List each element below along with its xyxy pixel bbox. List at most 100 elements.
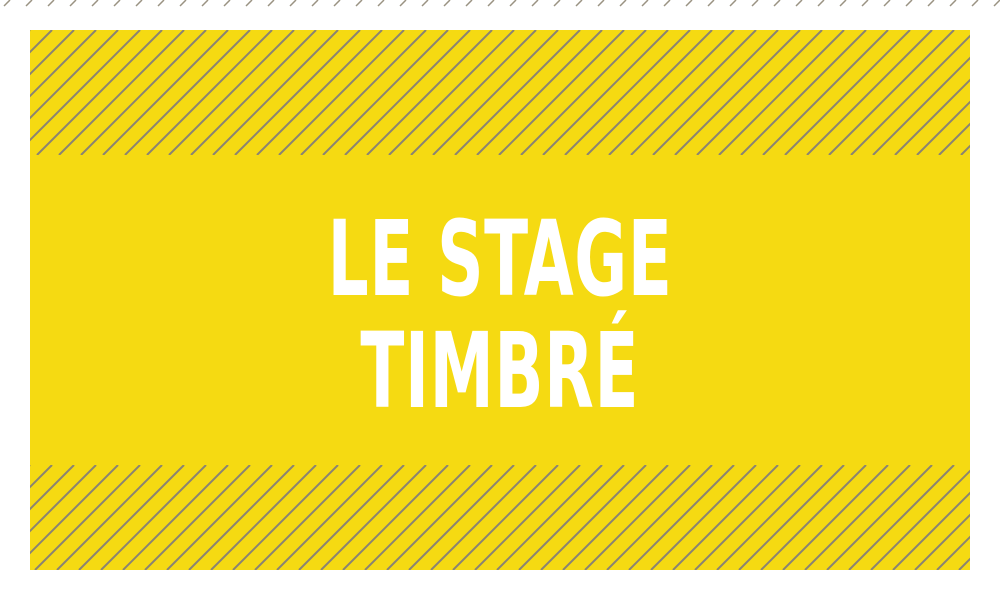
tick-mark bbox=[333, 0, 341, 7]
tick-mark bbox=[69, 0, 77, 7]
tick-mark bbox=[201, 0, 209, 7]
stripe-line bbox=[100, 465, 207, 570]
headline-line-2: TIMBRÉ bbox=[360, 310, 640, 432]
tick-mark bbox=[3, 0, 11, 7]
tick-mark bbox=[883, 0, 891, 7]
stripe-line bbox=[30, 30, 119, 120]
tick-mark bbox=[245, 0, 253, 7]
stripe-line bbox=[960, 144, 970, 155]
stripe-line bbox=[78, 465, 185, 570]
stripe-line bbox=[30, 30, 97, 98]
stripe-line bbox=[584, 465, 691, 570]
tick-mark bbox=[465, 0, 473, 7]
stripe-line bbox=[496, 465, 603, 570]
tick-mark bbox=[113, 0, 121, 7]
tick-mark bbox=[817, 0, 825, 7]
stripe-line bbox=[738, 465, 845, 570]
headline: LE STAGE TIMBRÉ bbox=[30, 180, 970, 450]
tick-mark bbox=[399, 0, 407, 7]
stripe-line bbox=[276, 465, 383, 570]
stripe-line bbox=[672, 465, 779, 570]
stripe-line bbox=[342, 465, 449, 570]
stripe-line bbox=[916, 100, 970, 155]
stripe-line bbox=[408, 465, 515, 570]
stripe-line bbox=[936, 535, 970, 570]
headline-line-1: LE STAGE bbox=[327, 198, 673, 320]
tick-mark bbox=[993, 0, 1000, 7]
tick-mark bbox=[553, 0, 561, 7]
tick-mark bbox=[509, 0, 517, 7]
stripe-line bbox=[188, 465, 295, 570]
top-tick-marks bbox=[3, 0, 1000, 7]
stripe-line bbox=[30, 30, 75, 76]
stripe-line bbox=[760, 465, 867, 570]
tick-mark bbox=[179, 0, 187, 7]
stripe-line bbox=[430, 465, 537, 570]
tick-mark bbox=[355, 0, 363, 7]
tick-mark bbox=[861, 0, 869, 7]
stripe-line bbox=[826, 465, 933, 570]
tick-mark bbox=[575, 0, 583, 7]
stripe-line bbox=[782, 465, 889, 570]
stripe-line bbox=[540, 465, 647, 570]
stripe-line bbox=[386, 465, 493, 570]
stripe-line bbox=[56, 465, 163, 570]
tick-mark bbox=[421, 0, 429, 7]
tick-mark bbox=[531, 0, 539, 7]
tick-mark bbox=[905, 0, 913, 7]
stripe-line bbox=[320, 465, 427, 570]
stripe-line bbox=[122, 465, 229, 570]
tick-mark bbox=[839, 0, 847, 7]
banner-page: LE STAGE TIMBRÉ bbox=[0, 0, 1000, 600]
tick-mark bbox=[751, 0, 759, 7]
stripe-line bbox=[34, 465, 141, 570]
stripe-line bbox=[628, 465, 735, 570]
stripe-line bbox=[518, 465, 625, 570]
stripe-line bbox=[848, 465, 955, 570]
tick-mark bbox=[927, 0, 935, 7]
tick-mark bbox=[619, 0, 627, 7]
stripe-line bbox=[694, 465, 801, 570]
diagonal-stripes-top bbox=[30, 30, 970, 155]
tick-mark bbox=[135, 0, 143, 7]
stripe-line bbox=[144, 465, 251, 570]
tick-mark bbox=[773, 0, 781, 7]
tick-mark bbox=[707, 0, 715, 7]
stripe-line bbox=[804, 465, 911, 570]
stripe-line bbox=[938, 122, 970, 155]
diagonal-stripes-bottom bbox=[30, 465, 970, 570]
tick-mark bbox=[289, 0, 297, 7]
stripe-line bbox=[30, 30, 141, 142]
tick-mark bbox=[971, 0, 979, 7]
tick-mark bbox=[663, 0, 671, 7]
tick-mark bbox=[795, 0, 803, 7]
tick-mark bbox=[949, 0, 957, 7]
tick-mark bbox=[25, 0, 33, 7]
stripe-line bbox=[474, 465, 581, 570]
yellow-card: LE STAGE TIMBRÉ bbox=[30, 30, 970, 570]
tick-mark bbox=[729, 0, 737, 7]
tick-mark bbox=[685, 0, 693, 7]
stripe-line bbox=[254, 465, 361, 570]
stripe-line bbox=[716, 465, 823, 570]
stripe-line bbox=[364, 465, 471, 570]
stripe-line bbox=[30, 465, 53, 489]
stripe-line bbox=[232, 465, 339, 570]
tick-mark bbox=[47, 0, 55, 7]
stripe-line bbox=[650, 465, 757, 570]
tick-mark bbox=[311, 0, 319, 7]
tick-mark bbox=[377, 0, 385, 7]
tick-mark bbox=[487, 0, 495, 7]
stripe-line bbox=[606, 465, 713, 570]
tick-mark bbox=[267, 0, 275, 7]
stripe-line bbox=[870, 469, 970, 570]
stripe-line bbox=[452, 465, 559, 570]
stripe-line bbox=[210, 465, 317, 570]
tick-mark bbox=[223, 0, 231, 7]
stripe-line bbox=[298, 465, 405, 570]
stripe-line bbox=[166, 465, 273, 570]
tick-mark bbox=[443, 0, 451, 7]
stripe-line bbox=[562, 465, 669, 570]
stripe-line bbox=[872, 56, 970, 155]
tick-mark bbox=[157, 0, 165, 7]
